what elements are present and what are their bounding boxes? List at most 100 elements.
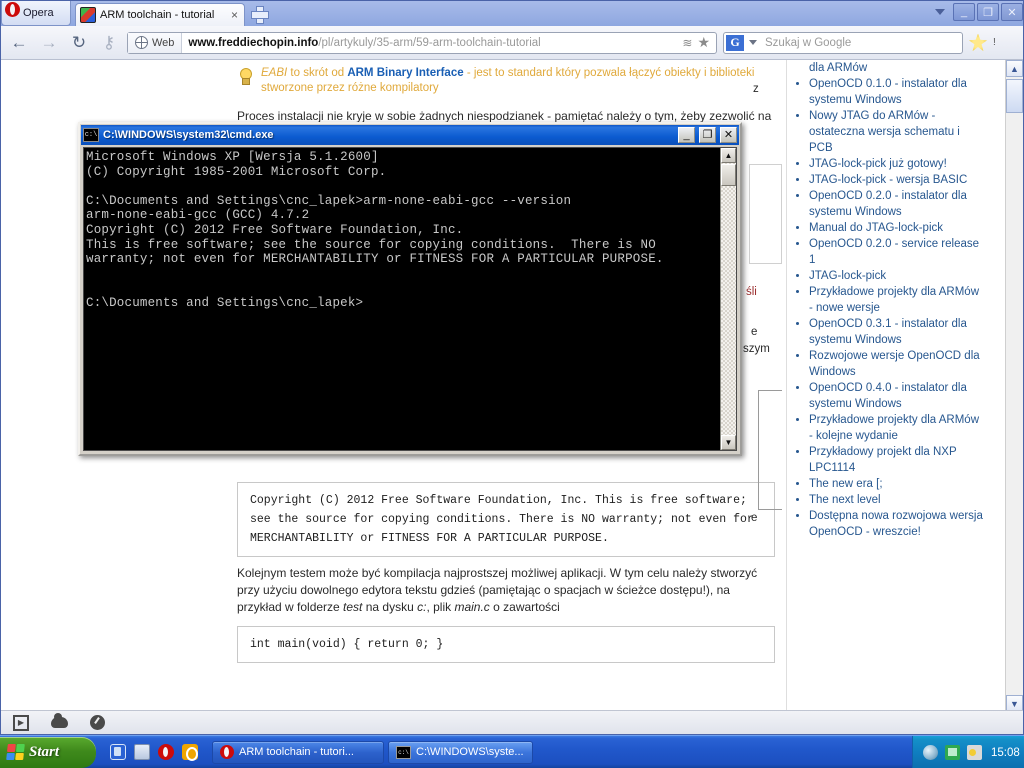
web-search-chip[interactable]: Web (128, 32, 183, 53)
image-viewer-icon[interactable] (182, 744, 198, 761)
tab-close-icon[interactable]: × (229, 8, 240, 22)
opera-menu-button[interactable]: Opera (1, 1, 71, 26)
sidebar-link[interactable]: Rozwojowe wersje OpenOCD dla Windows (809, 350, 980, 378)
start-button-label: Start (29, 743, 60, 760)
gauge-icon[interactable] (90, 715, 105, 730)
media-icon[interactable] (134, 744, 150, 760)
window-close-button[interactable]: ✕ (1001, 3, 1023, 21)
sidebar-link[interactable]: OpenOCD 0.3.1 - instalator dla systemu W… (809, 318, 967, 346)
sidebar-link[interactable]: Przykładowe projekty dla ARMów - kolejne… (809, 414, 979, 442)
sidebar-link[interactable]: Nowy JTAG do ARMów - ostateczna wersja s… (809, 110, 960, 154)
list-item: OpenOCD 0.3.1 - instalator dla systemu W… (809, 316, 986, 348)
reload-button[interactable]: ↻ (67, 31, 91, 55)
cmd-scrollbar[interactable]: ▲ ▼ (720, 148, 736, 450)
bookmark-star-icon[interactable]: ★ (697, 34, 710, 51)
list-item: Manual do JTAG-lock-pick (809, 220, 986, 236)
taskbar-item-opera[interactable]: ARM toolchain - tutori... (212, 740, 384, 764)
cmd-console-text: Microsoft Windows XP [Wersja 5.1.2600] (… (86, 150, 664, 310)
page-fragment-5: e (751, 512, 758, 524)
taskbar-item-cmd[interactable]: c:\ C:\WINDOWS\syste... (388, 740, 533, 764)
sidebar-news-list: dla ARMów OpenOCD 0.1.0 - instalator dla… (786, 60, 986, 712)
list-item: Dostępna nowa rozwojowa wersja OpenOCD -… (809, 508, 986, 540)
sidebar-link[interactable]: OpenOCD 0.2.0 - instalator dla systemu W… (809, 190, 967, 218)
window-maximize-button[interactable]: ❐ (977, 3, 999, 21)
paragraph-next-test: Kolejnym testem może być kompilacja najp… (231, 557, 781, 616)
tab-arm-toolchain[interactable]: ARM toolchain - tutorial × (75, 3, 245, 26)
windows-flag-icon (6, 744, 25, 760)
sidebar-link[interactable]: Manual do JTAG-lock-pick (809, 222, 943, 234)
search-engine-chevron-icon[interactable] (749, 40, 757, 45)
cmd-scroll-up-button[interactable]: ▲ (721, 148, 736, 163)
opera-star-icon[interactable] (969, 33, 987, 52)
network-icon[interactable] (945, 745, 960, 760)
sidebar-link[interactable]: JTAG-lock-pick - wersja BASIC (809, 174, 967, 186)
sidebar-link[interactable]: Przykładowy projekt dla NXP LPC1114 (809, 446, 956, 474)
list-item: The new era [; (809, 476, 986, 492)
scroll-up-button[interactable]: ▲ (1006, 60, 1023, 77)
sidebar-link[interactable]: OpenOCD 0.4.0 - instalator dla systemu W… (809, 382, 967, 410)
opera-icon[interactable] (158, 744, 174, 760)
page-scrollbar[interactable]: ▲ ▼ (1005, 60, 1023, 712)
url-domain: www.freddiechopin.info (188, 36, 319, 49)
page-fragment-2: śli (746, 286, 757, 298)
back-button[interactable]: ← (7, 31, 31, 55)
list-item: Nowy JTAG do ARMów - ostateczna wersja s… (809, 108, 986, 156)
sidebar-link[interactable]: JTAG-lock-pick już gotowy! (809, 158, 947, 170)
para2-italic-test: test (343, 600, 363, 614)
opera-icon (220, 745, 234, 759)
sidebar-link[interactable]: The new era [; (809, 478, 883, 490)
window-minimize-button[interactable]: _ (953, 3, 975, 21)
list-item: JTAG-lock-pick (809, 268, 986, 284)
sidebar-link[interactable]: OpenOCD 0.2.0 - service release 1 (809, 238, 979, 266)
search-box[interactable]: G Szukaj w Google (723, 31, 963, 54)
sidebar-link[interactable]: The next level (809, 494, 881, 506)
start-button[interactable]: Start (0, 736, 96, 768)
sidebar-link[interactable]: OpenOCD 0.1.0 - instalator dla systemu W… (809, 78, 967, 106)
para2-c: , plik (426, 600, 455, 614)
list-item: OpenOCD 0.4.0 - instalator dla systemu W… (809, 380, 986, 412)
page-fragment-1: z (753, 83, 759, 95)
page-box-outline-1 (749, 164, 782, 264)
play-icon[interactable]: ▶ (13, 714, 29, 731)
cmd-scroll-down-button[interactable]: ▼ (721, 435, 736, 450)
globe-icon (135, 36, 148, 49)
rss-icon[interactable]: ≋ (682, 36, 692, 50)
list-item: OpenOCD 0.2.0 - instalator dla systemu W… (809, 188, 986, 220)
browser-toolbar: ← → ↻ ⚷ Web www.freddiechopin.info/pl/ar… (1, 26, 1023, 60)
page-box-outline-2 (758, 390, 782, 510)
chevron-down-icon[interactable] (935, 9, 945, 15)
address-bar[interactable]: Web www.freddiechopin.info/pl/artykuly/3… (127, 31, 717, 54)
show-desktop-icon[interactable] (110, 744, 126, 760)
para2-italic-mainc: main.c (454, 600, 490, 614)
lightbulb-icon (237, 68, 253, 86)
sidebar-link[interactable]: Przykładowe projekty dla ARMów - nowe we… (809, 286, 979, 314)
tip-note: EABI to skrót od ARM Binary Interface - … (231, 64, 781, 100)
sidebar-item-tail[interactable]: dla ARMów (791, 60, 986, 76)
cmd-icon: c:\ (83, 128, 99, 142)
tip-note-text: EABI to skrót od ARM Binary Interface - … (261, 66, 775, 96)
cmd-scrollbar-thumb[interactable] (721, 164, 736, 186)
taskbar-clock[interactable]: 15:08 (991, 747, 1020, 759)
new-tab-button[interactable] (251, 6, 269, 24)
cmd-title-bar[interactable]: c:\ C:\WINDOWS\system32\cmd.exe _ ❐ ✕ (81, 125, 739, 145)
cmd-minimize-button[interactable]: _ (678, 127, 695, 143)
power-icon[interactable] (967, 745, 982, 760)
sidebar-link[interactable]: JTAG-lock-pick (809, 270, 886, 282)
scrollbar-thumb[interactable] (1006, 79, 1023, 113)
taskbar-item-cmd-label: C:\WINDOWS\syste... (416, 746, 524, 758)
cmd-close-button[interactable]: ✕ (720, 127, 737, 143)
search-input-placeholder[interactable]: Szukaj w Google (757, 37, 851, 49)
google-icon[interactable]: G (726, 34, 744, 51)
system-tray: 15:08 (912, 736, 1024, 768)
cmd-maximize-button[interactable]: ❐ (699, 127, 716, 143)
warning-icon[interactable]: ! (993, 37, 996, 48)
cmd-console-area[interactable]: Microsoft Windows XP [Wersja 5.1.2600] (… (83, 147, 737, 451)
forward-button[interactable]: → (37, 31, 61, 55)
cloud-icon[interactable] (51, 713, 68, 728)
command-prompt-window[interactable]: c:\ C:\WINDOWS\system32\cmd.exe _ ❐ ✕ Mi… (78, 122, 742, 456)
volume-icon[interactable] (923, 745, 938, 760)
cmd-icon: c:\ (396, 745, 411, 759)
sidebar-link[interactable]: Dostępna nowa rozwojowa wersja OpenOCD -… (809, 510, 983, 538)
key-icon[interactable]: ⚷ (97, 31, 121, 55)
code-block-gcc-version: Copyright (C) 2012 Free Software Foundat… (237, 482, 775, 557)
